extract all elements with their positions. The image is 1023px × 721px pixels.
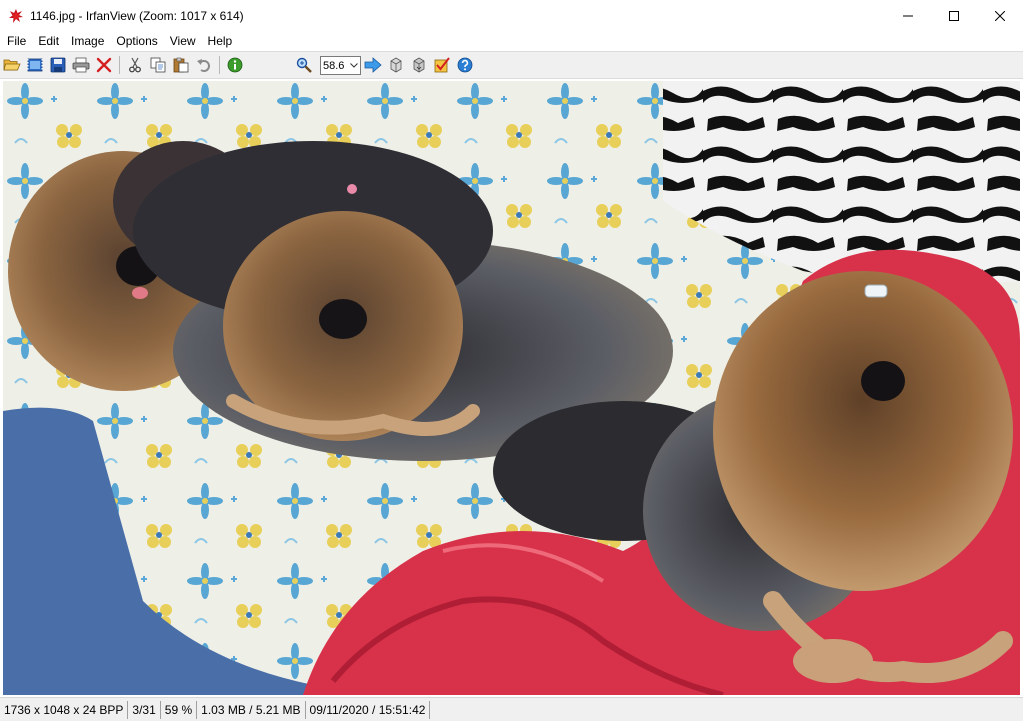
status-dimensions: 1736 x 1048 x 24 BPP: [0, 700, 129, 719]
rotate-left-button[interactable]: [386, 55, 406, 75]
paste-icon: [173, 57, 189, 73]
copy-icon: [150, 57, 166, 73]
menu-options[interactable]: Options: [110, 31, 163, 51]
help-icon: [457, 57, 473, 73]
next-image-button[interactable]: [363, 55, 383, 75]
rotate-right-icon: [413, 57, 425, 73]
info-icon: [227, 57, 243, 73]
status-index: 3/31: [128, 700, 161, 719]
minimize-button[interactable]: [885, 0, 931, 31]
delete-button[interactable]: [94, 55, 114, 75]
status-zoom: 59 %: [161, 700, 198, 719]
zoom-button[interactable]: [294, 55, 314, 75]
chevron-down-icon[interactable]: [348, 57, 360, 74]
zoom-combo[interactable]: 58.6: [320, 56, 361, 75]
menu-bar: File Edit Image Options View Help: [0, 31, 1023, 51]
next-arrow-icon: [364, 57, 382, 73]
cut-icon: [129, 57, 141, 73]
slideshow-button[interactable]: [25, 55, 45, 75]
rotate-right-button[interactable]: [409, 55, 429, 75]
print-button[interactable]: [71, 55, 91, 75]
paste-button[interactable]: [171, 55, 191, 75]
print-icon: [72, 57, 90, 73]
window-title: 1146.jpg - IrfanView (Zoom: 1017 x 614): [30, 8, 244, 23]
toolbar-separator: [219, 56, 220, 74]
rotate-left-icon: [390, 57, 402, 73]
check-options-icon: [434, 57, 450, 73]
open-button[interactable]: [2, 55, 22, 75]
open-folder-icon: [3, 59, 21, 71]
image-viewport[interactable]: [0, 80, 1023, 696]
options-button[interactable]: [432, 55, 452, 75]
zoom-value: 58.6: [323, 59, 345, 72]
photo-dogs-on-sofa: [3, 81, 1020, 695]
slideshow-icon: [27, 58, 43, 72]
status-bar: 1736 x 1048 x 24 BPP 3/31 59 % 1.03 MB /…: [0, 697, 1023, 721]
maximize-icon: [949, 10, 959, 21]
close-icon: [995, 10, 1005, 21]
menu-edit[interactable]: Edit: [32, 31, 65, 51]
menu-help[interactable]: Help: [202, 31, 239, 51]
status-file-size: 1.03 MB / 5.21 MB: [197, 700, 306, 719]
toolbar-separator: [119, 56, 120, 74]
info-button[interactable]: [225, 55, 245, 75]
cut-button[interactable]: [125, 55, 145, 75]
toolbar: 58.6: [0, 51, 1023, 79]
close-button[interactable]: [977, 0, 1023, 31]
title-bar: 1146.jpg - IrfanView (Zoom: 1017 x 614): [0, 0, 1023, 31]
zoom-icon: [296, 57, 312, 73]
undo-icon: [197, 59, 210, 72]
save-icon: [50, 57, 66, 73]
save-button[interactable]: [48, 55, 68, 75]
delete-icon: [96, 57, 112, 73]
status-datetime: 09/11/2020 / 15:51:42: [306, 700, 431, 719]
help-button[interactable]: [455, 55, 475, 75]
irfanview-splat-icon[interactable]: [8, 8, 24, 24]
menu-view[interactable]: View: [164, 31, 202, 51]
menu-file[interactable]: File: [0, 31, 32, 51]
maximize-button[interactable]: [931, 0, 977, 31]
minimize-icon: [903, 15, 913, 16]
menu-image[interactable]: Image: [65, 31, 110, 51]
undo-button[interactable]: [194, 55, 214, 75]
copy-button[interactable]: [148, 55, 168, 75]
